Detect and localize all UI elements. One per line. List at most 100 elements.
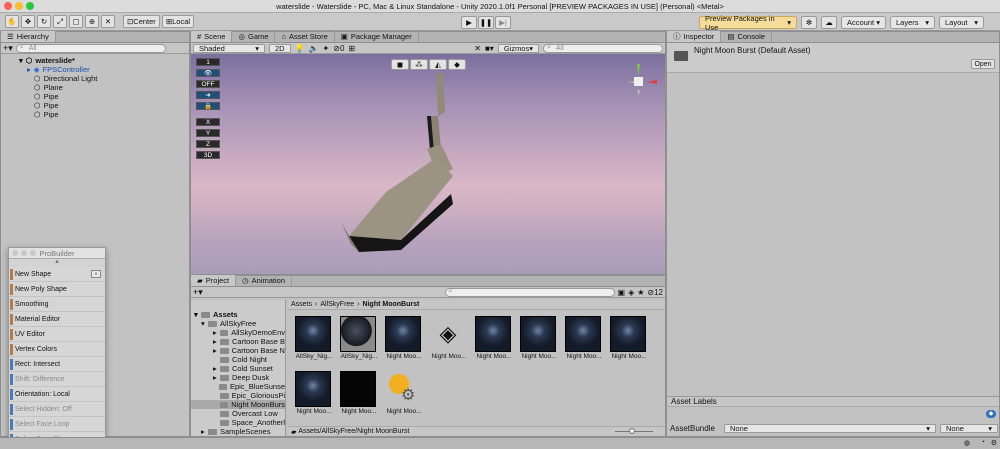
gizmos-dropdown[interactable]: Gizmos ▾ [497, 43, 539, 53]
badge-z[interactable]: Z [196, 140, 220, 148]
open-button[interactable]: Open [971, 59, 995, 69]
scene-viewport[interactable]: ◼ ⁂ ◭ ◆ 1 👁 OFF ➜ 🔒 X Y Z 3D [191, 54, 665, 274]
asset-tile[interactable]: Night Moo... [565, 316, 603, 367]
project-tree-item[interactable]: ▸ Cartoon Base N [191, 346, 285, 355]
bake-icon[interactable]: ◍ [964, 439, 970, 447]
options-icon[interactable]: ● [91, 270, 101, 278]
variant-dropdown[interactable]: None ▾ [940, 424, 998, 433]
project-tree-item[interactable]: Epic_GloriousPi [191, 391, 285, 400]
settings-icon[interactable]: ⚙ [991, 439, 997, 447]
add-icon[interactable]: +▾ [193, 287, 203, 298]
icon-size-slider[interactable] [615, 428, 653, 434]
breadcrumb-assets[interactable]: Assets [291, 301, 312, 308]
expand-icon[interactable]: ▾ [19, 56, 23, 65]
hierarchy-item-fpscontroller[interactable]: ▸ ◆ FPSController [1, 65, 189, 74]
pivot-center-button[interactable]: ⊡ Center [123, 15, 160, 28]
asset-tile[interactable]: Night Moo... [610, 316, 648, 367]
minimize-window-button[interactable] [15, 2, 23, 10]
hierarchy-item-pipe[interactable]: ⬡ Pipe [1, 101, 189, 110]
assetbundle-dropdown[interactable]: None ▾ [724, 424, 936, 433]
collapsed-icon[interactable]: ▸ [27, 65, 31, 74]
asset-tile[interactable]: Night Moo... [385, 316, 423, 367]
project-tree-item[interactable]: ▸ SampleScenes [191, 427, 285, 436]
pivot-local-button[interactable]: ⊞ Local [161, 15, 195, 28]
step-button[interactable]: ▶| [495, 16, 511, 29]
close-window-button[interactable] [12, 250, 18, 256]
tab-scene[interactable]: # Scene [191, 31, 233, 42]
probuilder-item[interactable]: Rect: Intersect [9, 357, 105, 372]
badge-off[interactable]: OFF [196, 80, 220, 88]
camera-icon[interactable]: ■▾ [485, 44, 494, 53]
star-icon[interactable]: ★ [637, 288, 644, 297]
expand-icon[interactable]: ▾ [201, 319, 208, 328]
project-tree-item[interactable]: ▾ Assets [191, 310, 285, 319]
rotate-tool-button[interactable]: ↻ [37, 15, 51, 28]
transform-tool-button[interactable]: ⊕ [85, 15, 99, 28]
cloud-button[interactable]: ☁ [821, 16, 837, 29]
scene-root[interactable]: ▾ ⬡ waterslide* [1, 56, 189, 65]
probuilder-item[interactable]: UV Editor [9, 327, 105, 342]
tab-hierarchy[interactable]: ☰ Hierarchy [1, 31, 56, 42]
hierarchy-item-plane[interactable]: ⬡ Plane [1, 83, 189, 92]
probuilder-item[interactable]: Material Editor [9, 312, 105, 327]
asset-tile[interactable]: Night Moo... [295, 371, 333, 422]
project-tree-item[interactable]: ▸ AllSkyDemoEnv [191, 328, 285, 337]
project-tree-item[interactable]: ▸ Deep Dusk [191, 373, 285, 382]
play-button[interactable]: ▶ [461, 16, 477, 29]
vertex-mode-button[interactable]: ⁂ [410, 59, 428, 70]
asset-tile[interactable]: Night Moo... [340, 371, 378, 422]
asset-tile[interactable]: ⚙ Night Moo... [385, 371, 423, 422]
badge-x[interactable]: X [196, 118, 220, 126]
asset-tile[interactable]: AllSky_Nig... [340, 316, 378, 367]
probuilder-item[interactable]: Select Hidden: Off [9, 402, 105, 417]
probuilder-item[interactable]: Orientation: Local [9, 387, 105, 402]
hidden-packages-icon[interactable]: ⊘12 [647, 288, 663, 297]
project-tree-item[interactable]: Night MoonBurs [191, 400, 285, 409]
expand-icon[interactable]: ▸ [213, 373, 220, 382]
probuilder-item[interactable]: Vertex Colors [9, 342, 105, 357]
lock-badge[interactable]: 🔒 [196, 102, 220, 110]
tab-inspector[interactable]: ⓘ Inspector [667, 31, 722, 42]
object-mode-button[interactable]: ◼ [391, 59, 409, 70]
hierarchy-search-input[interactable]: ⌕ All [15, 43, 166, 53]
maximize-window-button[interactable] [30, 250, 36, 256]
preview-packages-dropdown[interactable]: Preview Packages in Use ▾ [699, 14, 797, 32]
scroll-up-icon[interactable]: ▲ [9, 259, 105, 267]
project-tree-item[interactable]: ▾ AllSkyFree [191, 319, 285, 328]
tab-package-manager[interactable]: ▣ Package Manager [335, 31, 419, 42]
lighting-icon[interactable]: 💡 [295, 44, 305, 53]
project-tree-item[interactable]: ▸ Cold Sunset [191, 364, 285, 373]
orientation-gizmo[interactable] [623, 62, 659, 104]
arrow-badge[interactable]: ➜ [196, 91, 220, 99]
expand-icon[interactable]: ▸ [213, 328, 220, 337]
tools-icon[interactable]: ✕ [474, 44, 481, 53]
maximize-window-button[interactable] [26, 2, 34, 10]
hand-tool-button[interactable]: ✋ [5, 15, 19, 28]
edge-mode-button[interactable]: ◭ [429, 59, 447, 70]
project-search-input[interactable]: ⌕ [444, 287, 615, 297]
expand-icon[interactable]: ▸ [213, 346, 220, 355]
tab-console[interactable]: ▤ Console [721, 31, 772, 42]
project-tree-item[interactable]: Cold Night [191, 355, 285, 364]
badge-1[interactable]: 1 [196, 58, 220, 66]
expand-icon[interactable]: ▸ [201, 427, 208, 436]
probuilder-item[interactable]: Smoothing [9, 297, 105, 312]
expand-icon[interactable]: ▸ [213, 364, 220, 373]
label-tag-button[interactable]: ◆ [986, 410, 996, 418]
grid-icon[interactable]: ⊞ [348, 44, 355, 53]
asset-tile[interactable]: AllSky_Nig... [295, 316, 333, 367]
asset-tile[interactable]: ◈ Night Moo... [430, 316, 468, 367]
rect-tool-button[interactable]: ▢ [69, 15, 83, 28]
add-icon[interactable]: +▾ [3, 43, 13, 54]
label-icon[interactable]: ◈ [628, 288, 634, 297]
hierarchy-item-pipe[interactable]: ⬡ Pipe [1, 110, 189, 119]
probuilder-item[interactable]: New Shape ● [9, 267, 105, 282]
custom-tool-button[interactable]: ✕ [101, 15, 115, 28]
account-dropdown[interactable]: Account ▾ [841, 16, 886, 29]
scene-search-input[interactable]: ⌕ All [543, 43, 663, 53]
project-tree-item[interactable]: Overcast Low [191, 409, 285, 418]
breadcrumb-allskyfree[interactable]: AllSkyFree [320, 301, 354, 308]
breadcrumb-night-moonburst[interactable]: Night MoonBurst [363, 301, 420, 308]
layers-dropdown[interactable]: Layers ▾ [890, 16, 935, 29]
face-mode-button[interactable]: ◆ [448, 59, 466, 70]
